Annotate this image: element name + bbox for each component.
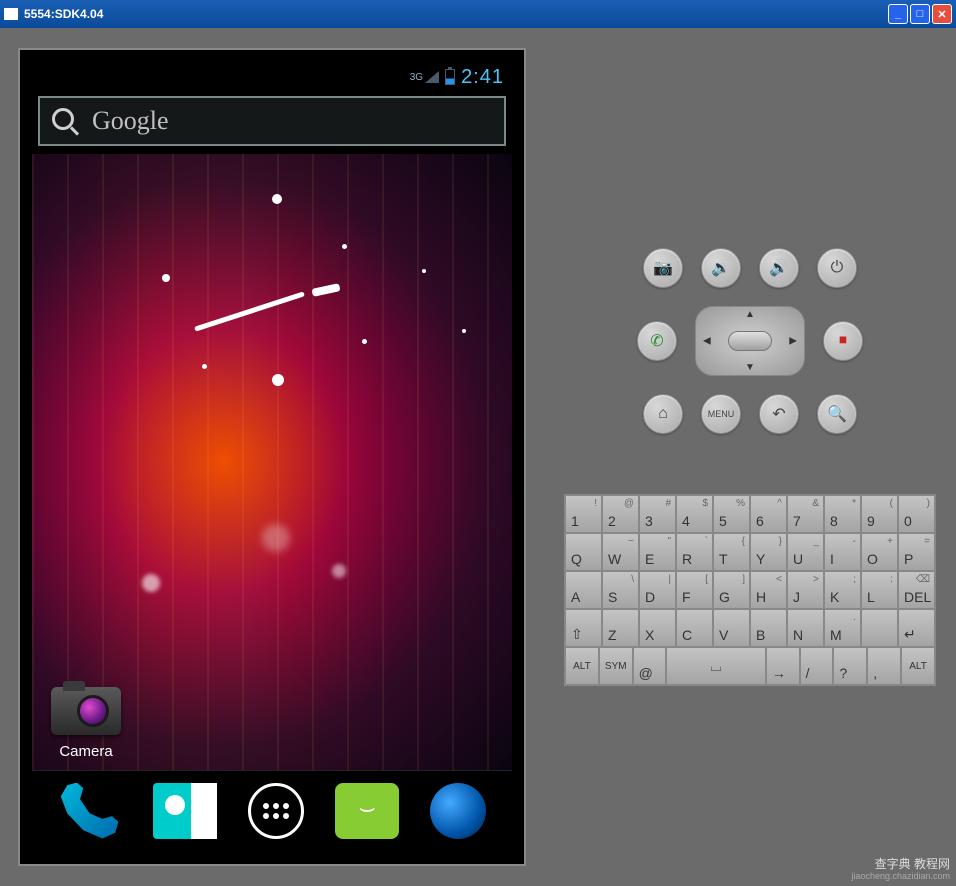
minimize-button[interactable]: _ [888,4,908,24]
key-C[interactable]: C [676,609,713,647]
key-2[interactable]: 2@ [602,495,639,533]
key-K[interactable]: K; [824,571,861,609]
key-6[interactable]: 6^ [750,495,787,533]
key-⇧[interactable]: ⇧ [565,609,602,647]
key-comma[interactable]: , [867,647,901,685]
home-wallpaper[interactable] [32,154,512,770]
power-button[interactable]: ⏻ [817,248,857,288]
hardware-buttons: 📷 🔉 🔊 ⏻ ✆ ▲ ▼ ◀ ▶ ⏹ ⌂ MENU [564,248,936,434]
camera-label: Camera [46,743,126,760]
key-L[interactable]: L: [861,571,898,609]
battery-icon [445,69,455,85]
key-↵[interactable]: ↵ [898,609,935,647]
camera-button[interactable]: 📷 [643,248,683,288]
emulator-screen-panel: 3G 2:41 Google [0,28,544,886]
search-icon [52,108,78,134]
maximize-button[interactable]: □ [910,4,930,24]
key-blank[interactable] [861,609,898,647]
key-I[interactable]: I- [824,533,861,571]
key-q[interactable]: ? [833,647,867,685]
camera-icon [51,687,121,735]
volume-down-button[interactable]: 🔉 [701,248,741,288]
key-D[interactable]: D| [639,571,676,609]
key-3[interactable]: 3# [639,495,676,533]
status-bar: 3G 2:41 [32,64,512,90]
key-A[interactable]: A [565,571,602,609]
signal-icon [425,71,439,83]
key-T[interactable]: T{ [713,533,750,571]
phone-app-icon[interactable] [58,783,122,839]
google-search-bar[interactable]: Google [38,96,506,146]
key-S[interactable]: S\ [602,571,639,609]
window-title: 5554:SDK4.04 [24,7,103,21]
key-Q[interactable]: Q [565,533,602,571]
network-indicator: 3G [410,71,439,83]
key-alt[interactable]: ALT [565,647,599,685]
phone-frame: 3G 2:41 Google [18,48,526,866]
key-F[interactable]: F[ [676,571,713,609]
key-Z[interactable]: Z [602,609,639,647]
watermark: 查字典 教程网 jiaocheng.chazidian.com [851,857,950,882]
apps-drawer-icon[interactable] [248,783,304,839]
key-8[interactable]: 8* [824,495,861,533]
key-M[interactable]: M. [824,609,861,647]
key-X[interactable]: X [639,609,676,647]
app-icon [4,8,18,20]
key-slash[interactable]: / [800,647,834,685]
clock: 2:41 [461,66,504,89]
key-W[interactable]: W~ [602,533,639,571]
key-0[interactable]: 0) [898,495,935,533]
dpad-up[interactable]: ▲ [745,309,755,320]
key-7[interactable]: 7& [787,495,824,533]
dpad-right[interactable]: ▶ [789,336,797,347]
key-arrow[interactable]: → [766,647,800,685]
volume-up-button[interactable]: 🔊 [759,248,799,288]
key-space[interactable]: ⌴ [666,647,765,685]
key-Y[interactable]: Y} [750,533,787,571]
key-1[interactable]: 1! [565,495,602,533]
key-alt2[interactable]: ALT [901,647,935,685]
close-button[interactable]: ✕ [932,4,952,24]
browser-app-icon[interactable] [430,783,486,839]
key-U[interactable]: U_ [787,533,824,571]
key-G[interactable]: G] [713,571,750,609]
android-screen[interactable]: 3G 2:41 Google [32,64,512,850]
key-5[interactable]: 5% [713,495,750,533]
key-R[interactable]: R` [676,533,713,571]
back-button[interactable]: ↶ [759,394,799,434]
key-4[interactable]: 4$ [676,495,713,533]
dpad: ▲ ▼ ◀ ▶ [695,306,805,376]
contacts-app-icon[interactable] [153,783,217,839]
window-titlebar: 5554:SDK4.04 _ □ ✕ [0,0,956,28]
hardware-keyboard: 1!2@3#4$5%6^7&8*9(0) QW~E"R`T{Y}U_I-O+P=… [564,494,936,686]
key-at[interactable]: @ [633,647,667,685]
key-DEL[interactable]: DEL⌫ [898,571,935,609]
key-9[interactable]: 9( [861,495,898,533]
search-button[interactable]: 🔍 [817,394,857,434]
dpad-center[interactable] [728,331,772,351]
end-call-button[interactable]: ⏹ [823,321,863,361]
key-N[interactable]: N [787,609,824,647]
emulator-controls-panel: 📷 🔉 🔊 ⏻ ✆ ▲ ▼ ◀ ▶ ⏹ ⌂ MENU [544,28,956,886]
call-button[interactable]: ✆ [637,321,677,361]
home-button[interactable]: ⌂ [643,394,683,434]
search-placeholder: Google [92,106,169,136]
key-sym[interactable]: SYM [599,647,633,685]
dpad-down[interactable]: ▼ [745,362,755,373]
key-E[interactable]: E" [639,533,676,571]
menu-button[interactable]: MENU [701,394,741,434]
dpad-left[interactable]: ◀ [703,336,711,347]
camera-app-shortcut[interactable]: Camera [46,687,126,760]
dock: ⌣ [32,770,512,850]
key-B[interactable]: B [750,609,787,647]
key-H[interactable]: H< [750,571,787,609]
key-J[interactable]: J> [787,571,824,609]
messaging-app-icon[interactable]: ⌣ [335,783,399,839]
key-P[interactable]: P= [898,533,935,571]
key-V[interactable]: V [713,609,750,647]
key-O[interactable]: O+ [861,533,898,571]
